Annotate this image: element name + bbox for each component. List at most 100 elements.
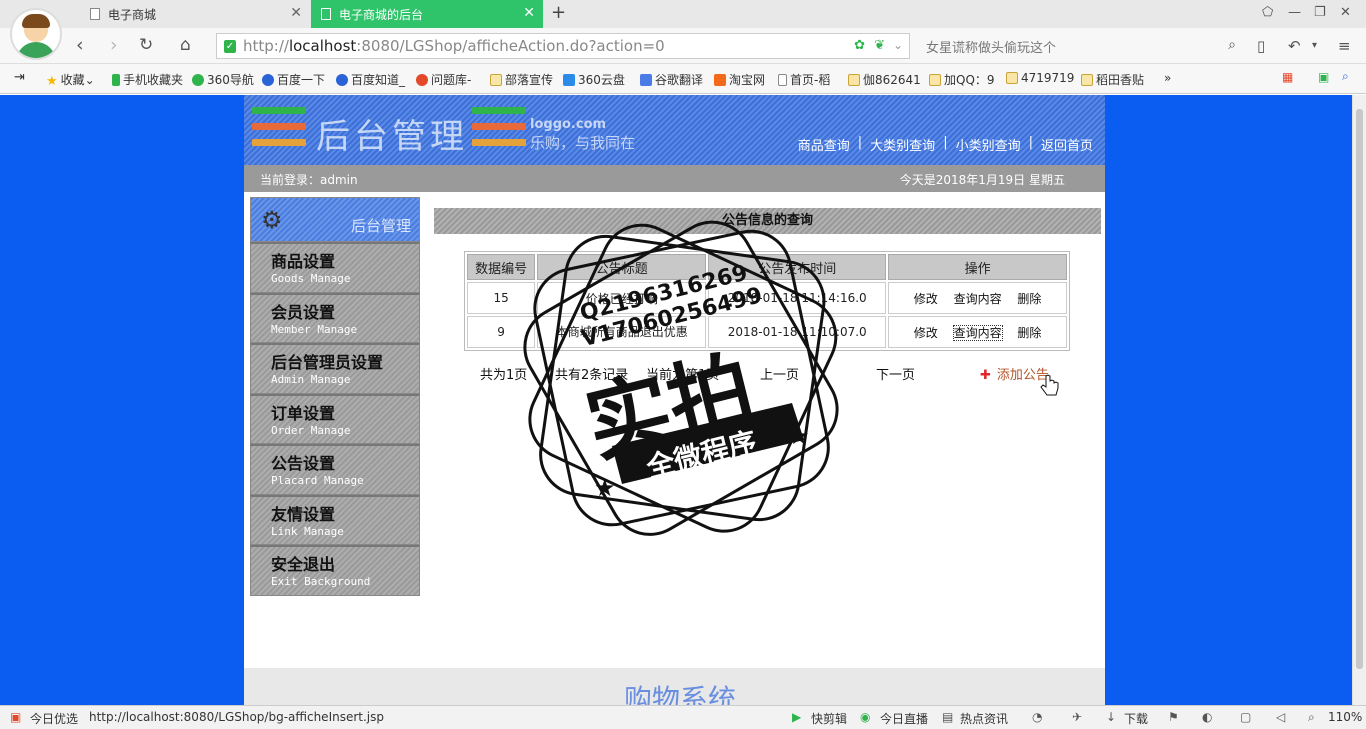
close-icon[interactable]: ✕ xyxy=(290,5,302,21)
browser-icon[interactable]: ◐ xyxy=(1202,710,1212,724)
close-icon[interactable]: ✕ xyxy=(523,5,535,21)
url-path: :8080/LGShop/afficheAction.do?action=0 xyxy=(356,37,665,55)
folder-icon xyxy=(490,73,502,86)
volume-icon[interactable]: ◁ xyxy=(1276,710,1285,724)
tab-title: 电子商城的后台 xyxy=(339,7,424,22)
sidebar-item-order[interactable]: 订单设置 Order Manage xyxy=(250,393,420,444)
bookmark-item[interactable]: 360导航 xyxy=(192,71,254,88)
new-tab-icon[interactable]: + xyxy=(551,2,566,23)
table-row: 9 本商城所有商品退出优惠 2018-01-18 11:10:07.0 修改 查… xyxy=(467,316,1067,348)
bookmark-item[interactable]: 稻田香贴 xyxy=(1081,71,1144,88)
close-window-icon[interactable]: ✕ xyxy=(1340,5,1351,20)
status-url: http://localhost:8080/LGShop/bg-afficheI… xyxy=(89,710,385,724)
admin-page: 后台管理 loggo.com 乐购，与我同在 商品查询 | 大类别查询 | 小类… xyxy=(244,95,1105,705)
extension-icon[interactable]: ✿ xyxy=(854,38,865,53)
restore-icon[interactable]: ❐ xyxy=(1314,5,1326,20)
bookmark-item[interactable]: 问题库- xyxy=(416,71,471,88)
bookmark-item[interactable]: 首页-稻 xyxy=(778,71,830,88)
shirt-icon[interactable]: ⬠ xyxy=(1262,5,1273,20)
magnify-icon[interactable]: ⌕ xyxy=(1342,69,1349,84)
forward-icon[interactable]: › xyxy=(110,34,118,56)
tab-title: 电子商城 xyxy=(108,7,157,22)
search-input[interactable]: 女星谎称做头偷玩这个 ⌕ xyxy=(918,33,1244,59)
status-today-picks[interactable]: 今日优选 xyxy=(30,710,78,727)
chevron-down-icon[interactable]: ▾ xyxy=(1312,40,1317,51)
bookmarks-bar: ⇥ ★ 收藏 ⌄ 手机收藏夹 360导航 百度一下 百度知道_ 问题库- 部落宣传 … xyxy=(0,64,1366,94)
column-header: 公告标题 xyxy=(537,254,707,280)
shield-icon: ✓ xyxy=(224,40,236,53)
bookmark-item[interactable]: 淘宝网 xyxy=(714,71,765,88)
nav-big-category[interactable]: 大类别查询 xyxy=(870,135,935,154)
bookmark-item[interactable]: 加QQ：9 xyxy=(929,71,995,88)
status-item[interactable]: 今日直播 xyxy=(880,710,928,727)
status-item[interactable]: 热点资讯 xyxy=(960,710,1008,727)
bookmark-item[interactable]: 4719719 xyxy=(1006,71,1074,85)
next-page-link[interactable]: 下一页 xyxy=(876,364,915,383)
sidebar-item-placard[interactable]: 公告设置 Placard Manage xyxy=(250,444,420,495)
content-area: 公告信息的查询 数据编号 公告标题 公告发布时间 操作 15 价格已经打响 20… xyxy=(434,208,1101,383)
vertical-scrollbar[interactable] xyxy=(1352,95,1366,705)
column-header: 数据编号 xyxy=(467,254,536,280)
sidebar-item-link[interactable]: 友情设置 Link Manage xyxy=(250,494,420,545)
cell-id: 9 xyxy=(467,316,536,348)
bookmark-item[interactable]: 手机收藏夹 xyxy=(112,71,183,88)
address-bar: ‹ › ↻ ⌂ ✓ http://localhost:8080/LGShop/a… xyxy=(0,28,1366,64)
minimize-icon[interactable]: — xyxy=(1288,5,1301,20)
folder-icon xyxy=(848,73,860,86)
nav-goods-query[interactable]: 商品查询 xyxy=(798,135,850,154)
zoom-level[interactable]: 110% xyxy=(1328,710,1362,724)
home-icon[interactable]: ⌂ xyxy=(180,35,191,55)
sidebar-item-goods[interactable]: 商品设置 Goods Manage xyxy=(250,242,420,293)
leaf-icon[interactable]: ❦ xyxy=(874,38,885,53)
status-item[interactable]: 快剪辑 xyxy=(811,710,847,727)
star-icon: ★ xyxy=(46,73,58,89)
live-icon: ◉ xyxy=(860,710,871,724)
url-field[interactable]: ✓ http://localhost:8080/LGShop/afficheAc… xyxy=(216,33,910,59)
menu-icon[interactable]: ≡ xyxy=(1338,37,1351,55)
user-avatar[interactable] xyxy=(10,8,62,60)
sidebar-toggle-icon[interactable]: ⇥ xyxy=(14,70,25,85)
delete-link[interactable]: 删除 xyxy=(1017,326,1041,340)
bookmark-item[interactable]: 谷歌翻译 xyxy=(640,71,703,88)
phone-icon[interactable]: ▯ xyxy=(1257,37,1265,55)
bookmark-item[interactable]: 360云盘 xyxy=(563,71,625,88)
status-item[interactable]: 下载 xyxy=(1124,710,1148,727)
bookmark-item[interactable]: 百度知道_ xyxy=(336,71,405,88)
browser-tab-1[interactable]: 电子商城 ✕ xyxy=(80,0,310,28)
search-icon[interactable]: ⌕ xyxy=(1228,37,1236,53)
chevron-down-icon[interactable]: ⌄ xyxy=(893,38,903,52)
scrollbar-thumb[interactable] xyxy=(1356,109,1363,669)
pin-icon[interactable]: ✈ xyxy=(1072,710,1082,724)
view-content-link[interactable]: 查询内容 xyxy=(954,292,1002,306)
apps-icon[interactable]: ▦ xyxy=(1282,70,1293,84)
folder-icon xyxy=(1081,73,1093,86)
slogan: 乐购，与我同在 xyxy=(530,134,636,152)
sidebar-item-exit[interactable]: 安全退出 Exit Background xyxy=(250,545,420,596)
bookmark-item[interactable]: 部落宣传 xyxy=(490,71,553,88)
bookmark-item[interactable]: 伽862641 xyxy=(848,71,921,88)
bookmark-item[interactable]: 百度一下 xyxy=(262,71,325,88)
sidebar-item-member[interactable]: 会员设置 Member Manage xyxy=(250,292,420,343)
sidebar-item-admin[interactable]: 后台管理员设置 Admin Manage xyxy=(250,343,420,394)
refresh-icon[interactable]: ↻ xyxy=(139,35,153,55)
browser-tab-2[interactable]: 电子商城的后台 ✕ xyxy=(311,0,543,28)
reader-icon[interactable]: ▣ xyxy=(1318,70,1329,84)
sidebar-title: 后台管理 xyxy=(350,217,411,235)
edit-link[interactable]: 修改 xyxy=(914,292,938,306)
edit-link[interactable]: 修改 xyxy=(914,326,938,340)
nav-home[interactable]: 返回首页 xyxy=(1041,135,1093,154)
back-icon[interactable]: ‹ xyxy=(76,34,84,56)
flag-icon[interactable]: ⚑ xyxy=(1168,710,1179,724)
delete-link[interactable]: 删除 xyxy=(1017,292,1041,306)
undo-icon[interactable]: ↶ xyxy=(1288,37,1301,55)
bookmarks-more[interactable]: » xyxy=(1164,71,1171,85)
affiche-table: 数据编号 公告标题 公告发布时间 操作 15 价格已经打响 2018-01-18… xyxy=(464,251,1070,351)
speed-icon[interactable]: ◔ xyxy=(1032,710,1042,724)
bookmark-favorites[interactable]: ★ 收藏 ⌄ xyxy=(46,71,95,89)
view-content-link[interactable]: 查询内容 xyxy=(952,324,1003,341)
add-affiche-link[interactable]: ✚ 添加公告 xyxy=(980,364,1049,383)
prev-page-link[interactable]: 上一页 xyxy=(760,364,799,383)
window-icon[interactable]: ▢ xyxy=(1240,710,1251,724)
nav-small-category[interactable]: 小类别查询 xyxy=(956,135,1021,154)
header-title: 后台管理 xyxy=(316,117,468,157)
